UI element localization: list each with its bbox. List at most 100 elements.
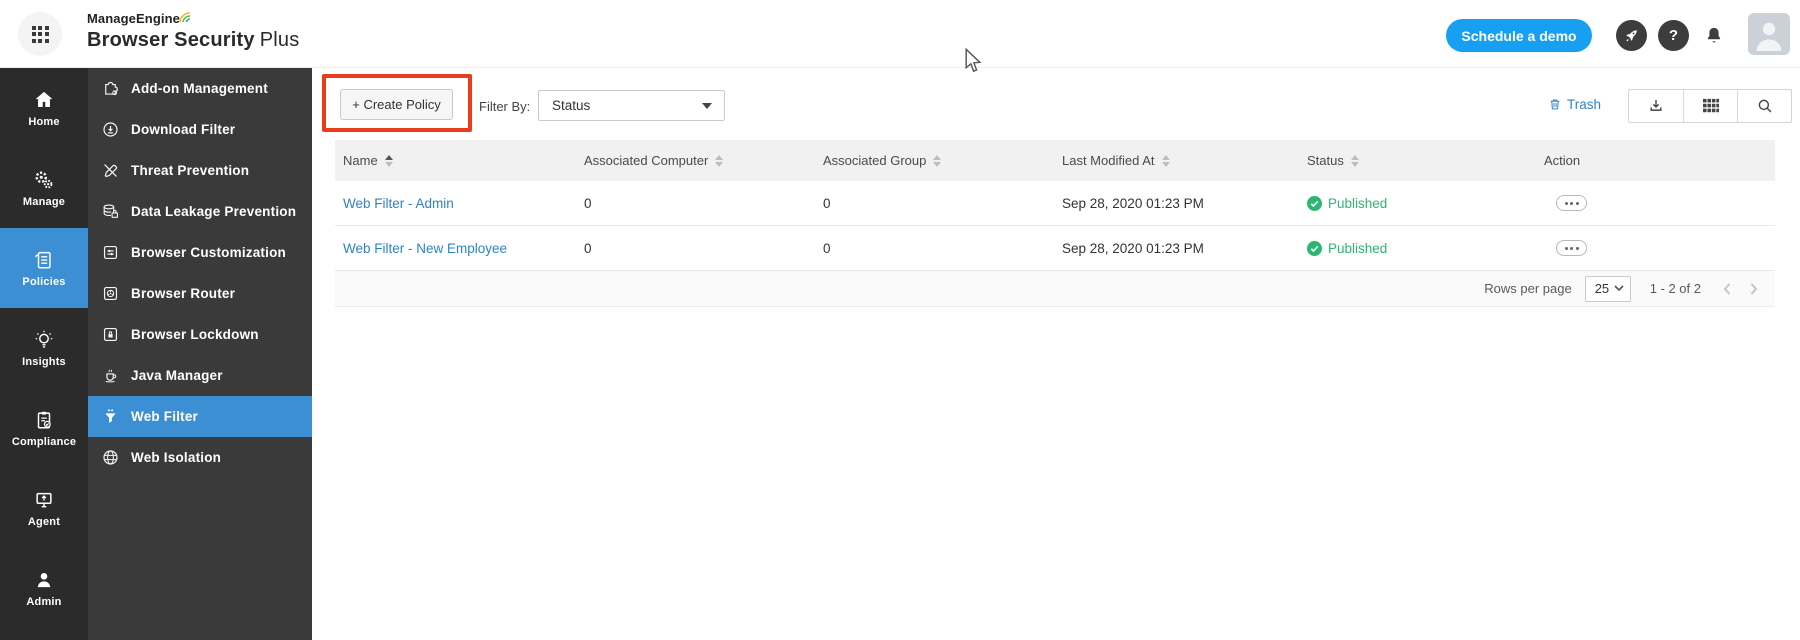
lightbulb-icon xyxy=(35,330,53,348)
associated-group-value: 0 xyxy=(823,240,831,256)
submenu-item-addon-management[interactable]: Add-on Management xyxy=(88,68,312,109)
column-view-button[interactable] xyxy=(1683,90,1737,122)
clipboard-check-icon xyxy=(37,411,51,429)
pencil-slash-icon xyxy=(104,164,118,178)
pagination-range: 1 - 2 of 2 xyxy=(1649,281,1701,296)
table-toolbar-buttons xyxy=(1628,89,1792,123)
submenu-item-web-isolation[interactable]: Web Isolation xyxy=(88,437,312,478)
column-header-last-modified[interactable]: Last Modified At xyxy=(1054,153,1299,168)
row-actions-button[interactable] xyxy=(1556,240,1587,256)
create-policy-button[interactable]: + Create Policy xyxy=(340,89,453,120)
search-icon xyxy=(1758,99,1772,113)
notifications-button[interactable] xyxy=(1700,21,1728,51)
row-actions-button[interactable] xyxy=(1556,195,1587,211)
apps-grid-button[interactable] xyxy=(18,12,62,56)
coffee-cup-icon xyxy=(105,369,117,383)
database-lock-icon xyxy=(103,204,119,218)
rocket-icon xyxy=(1626,30,1637,42)
window-sliders-icon xyxy=(103,245,118,260)
column-header-associated-computer[interactable]: Associated Computer xyxy=(576,153,815,168)
sort-icon xyxy=(1161,154,1170,167)
primary-sidebar: Home Manage Policies Insights Compliance… xyxy=(0,68,88,640)
help-button[interactable]: ? xyxy=(1658,20,1689,51)
sidebar-item-admin[interactable]: Admin xyxy=(0,548,88,628)
window-lock-icon xyxy=(103,327,118,342)
download-icon xyxy=(1650,100,1662,111)
table-header-row: Name Associated Computer Associated Grou… xyxy=(335,140,1775,181)
main-content: + Create Policy Filter By: Status Trash xyxy=(312,68,1800,640)
home-icon xyxy=(35,91,53,107)
associated-computer-value: 0 xyxy=(584,240,592,256)
export-button[interactable] xyxy=(1629,90,1683,122)
question-mark-icon: ? xyxy=(1668,27,1679,44)
sidebar-item-manage[interactable]: Manage xyxy=(0,148,88,228)
puzzle-icon xyxy=(105,81,118,96)
search-button[interactable] xyxy=(1737,90,1791,122)
monitor-upload-icon xyxy=(36,492,52,507)
whats-new-button[interactable] xyxy=(1616,20,1647,51)
swoosh-icon xyxy=(179,10,192,28)
column-header-status[interactable]: Status xyxy=(1299,153,1536,168)
gears-icon xyxy=(35,170,53,188)
trash-label: Trash xyxy=(1567,97,1602,112)
sort-icon xyxy=(384,154,393,167)
apps-grid-icon xyxy=(31,25,49,43)
submenu-item-browser-customization[interactable]: Browser Customization xyxy=(88,232,312,273)
check-circle-icon xyxy=(1307,195,1322,211)
sidebar-item-agent[interactable]: Agent xyxy=(0,468,88,548)
column-header-name[interactable]: Name xyxy=(335,153,576,168)
last-modified-value: Sep 28, 2020 01:23 PM xyxy=(1062,195,1204,211)
trash-icon xyxy=(1550,99,1560,110)
sidebar-item-home[interactable]: Home xyxy=(0,68,88,148)
check-circle-icon xyxy=(1307,240,1322,256)
brand-manageengine: ManageEngine xyxy=(87,11,180,26)
dropdown-caret-icon xyxy=(702,102,712,109)
submenu-item-threat-prevention[interactable]: Threat Prevention xyxy=(88,150,312,191)
bell-icon xyxy=(1707,27,1721,43)
funnel-icon xyxy=(105,408,116,423)
sidebar-item-policies[interactable]: Policies xyxy=(0,228,88,308)
trash-link[interactable]: Trash xyxy=(1548,97,1601,112)
next-page-button[interactable] xyxy=(1747,282,1761,296)
rows-per-page-label: Rows per page xyxy=(1484,281,1572,296)
user-avatar[interactable] xyxy=(1748,13,1790,55)
globe-icon xyxy=(103,450,118,465)
brand-logo: ManageEngine Browser Security Plus xyxy=(87,10,299,52)
policies-submenu: Add-on Management Download Filter Threat… xyxy=(88,68,312,640)
table-row: Web Filter - Admin 0 0 Sep 28, 2020 01:2… xyxy=(335,181,1775,226)
sort-icon xyxy=(715,154,724,167)
schedule-demo-button[interactable]: Schedule a demo xyxy=(1446,19,1592,52)
scroll-icon xyxy=(35,251,51,269)
chevron-left-icon xyxy=(1723,282,1731,295)
associated-group-value: 0 xyxy=(823,195,831,211)
rows-per-page-select[interactable]: 25 xyxy=(1584,275,1631,302)
policy-name-link[interactable]: Web Filter - New Employee xyxy=(343,241,507,256)
browser-security-plus-app: ManageEngine Browser Security Plus Schedu… xyxy=(0,0,1800,640)
submenu-item-java-manager[interactable]: Java Manager xyxy=(88,355,312,396)
policy-name-link[interactable]: Web Filter - Admin xyxy=(343,196,454,211)
column-header-action: Action xyxy=(1544,153,1581,168)
status-badge: Published xyxy=(1299,195,1536,211)
filter-status-dropdown[interactable]: Status xyxy=(538,90,725,121)
previous-page-button[interactable] xyxy=(1720,282,1734,296)
status-badge: Published xyxy=(1299,240,1536,256)
chevron-right-icon xyxy=(1750,282,1758,295)
column-header-associated-group[interactable]: Associated Group xyxy=(815,153,1054,168)
brand-product-name: Browser Security xyxy=(87,29,255,51)
submenu-item-web-filter[interactable]: Web Filter xyxy=(88,396,312,437)
sort-icon xyxy=(1350,154,1359,167)
download-circle-icon xyxy=(103,122,118,137)
chevron-down-icon xyxy=(1614,285,1624,292)
person-icon xyxy=(37,572,51,587)
rows-per-page-value: 25 xyxy=(1594,281,1610,296)
avatar-person-icon xyxy=(1756,22,1782,51)
sidebar-item-insights[interactable]: Insights xyxy=(0,308,88,388)
window-wheel-icon xyxy=(103,286,118,301)
submenu-item-browser-lockdown[interactable]: Browser Lockdown xyxy=(88,314,312,355)
submenu-item-data-leakage-prevention[interactable]: Data Leakage Prevention xyxy=(88,191,312,232)
submenu-item-download-filter[interactable]: Download Filter xyxy=(88,109,312,150)
submenu-item-browser-router[interactable]: Browser Router xyxy=(88,273,312,314)
policies-table: Name Associated Computer Associated Grou… xyxy=(335,140,1775,307)
pagination-bar: Rows per page 25 1 - 2 of 2 xyxy=(335,271,1775,307)
sidebar-item-compliance[interactable]: Compliance xyxy=(0,388,88,468)
